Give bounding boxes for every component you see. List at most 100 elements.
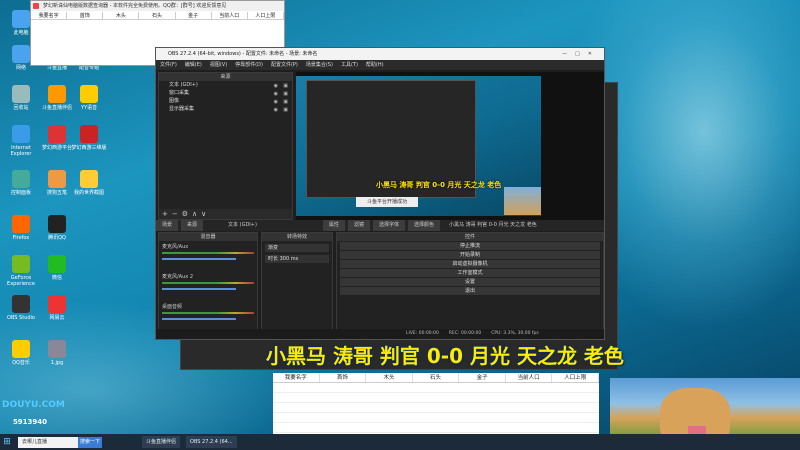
window-controls[interactable]: —□✕ [562, 48, 600, 60]
lock-icon[interactable]: ▣ [283, 106, 288, 114]
preview-caption: 小黑马 涛哥 判官 0-0 月光 天之龙 老色 [376, 181, 502, 189]
status-item: REC: 00:00:00 [448, 331, 482, 336]
desktop-icon[interactable]: 我的世界截图 [68, 170, 110, 196]
selected-source-label: 文本 (GDI+) [228, 222, 257, 228]
control-button[interactable]: 设置 [340, 278, 600, 286]
control-button[interactable]: 开始录制 [340, 251, 600, 259]
taskbar: ⊞ 去哪儿直播 搜索一下 斗鱼直播伴侣 OBS 27.2.4 (64... [0, 434, 800, 450]
app-icon [48, 215, 66, 233]
source-item[interactable]: 图像 ◉ ▣ [159, 97, 292, 105]
channel-label: 桌面音频 [162, 304, 183, 310]
column-header: 我要名字 [273, 373, 320, 382]
app-icon [48, 340, 66, 358]
control-button[interactable]: 工作室模式 [340, 269, 600, 277]
column-header: 首饰 [67, 12, 104, 19]
windows-start-icon[interactable]: ⊞ [0, 434, 14, 450]
source-item[interactable]: 文本 (GDI+) ◉ ▣ [159, 81, 292, 89]
column-header: 金子 [459, 373, 506, 382]
taskbar-search-input[interactable]: 去哪儿直播 [18, 436, 78, 448]
desktop-icon[interactable]: 1.jpg [36, 340, 78, 366]
control-button[interactable]: 停止推流 [340, 242, 600, 250]
app-icon [48, 170, 66, 188]
douyu-room-id: 5913940 [12, 418, 48, 426]
column-header: 石头 [413, 373, 460, 382]
transitions-panel: 转场特效 渐变 时长 300 ms [261, 232, 333, 332]
tab-sources[interactable]: 来源 [181, 220, 204, 231]
desktop-icon[interactable]: 梦幻西游三维版 [68, 125, 110, 151]
controls-list: 停止推流 开始录制 启动虚拟摄像机 工作室模式 设置 退出 [337, 242, 603, 295]
tab-scenes[interactable]: 场景 [156, 220, 179, 231]
desktop-icon-label: 腾讯QQ [48, 235, 66, 241]
app-icon [12, 10, 30, 28]
menu-item[interactable]: 文件(F) [160, 60, 177, 70]
mixer-channels: 麦克风/Aux 麦克风/Aux 2 桌面音频 [159, 241, 257, 331]
control-button[interactable]: 退出 [340, 287, 600, 295]
taskbar-item-douyu[interactable]: 斗鱼直播伴侣 [142, 436, 181, 448]
menu-item[interactable]: 配置文件(P) [271, 60, 298, 70]
obs-menubar: 文件(F) 编辑(E) 视图(V) 停靠部件(D) 配置文件(P) 场景集合(S) 工具(T… [156, 60, 604, 70]
eye-icon[interactable]: ◉ [274, 106, 278, 114]
sources-toolbar[interactable]: +−⚙∧∨ [159, 209, 292, 219]
app-icon [12, 45, 30, 63]
app-icon [80, 170, 98, 188]
menu-item[interactable]: 场景集合(S) [306, 60, 333, 70]
obs-window[interactable]: OBS 27.2.4 (64-bit, windows) - 配置文件: 未命名… [155, 47, 605, 340]
desktop-icon-label: 网易云 [49, 315, 65, 321]
column-header: 人口上限 [552, 373, 600, 382]
text-value[interactable]: 小黑马 涛哥 判官 0-0 月光 天之龙 老色 [443, 220, 543, 231]
status-item: LIVE: 00:00:00 [406, 331, 439, 336]
menu-item[interactable]: 编辑(E) [185, 60, 202, 70]
volume-meter [162, 312, 254, 314]
controls-header: 控件 [337, 233, 603, 241]
controls-panel: 控件 停止推流 开始录制 启动虚拟摄像机 工作室模式 设置 退出 [336, 232, 604, 332]
menu-item[interactable]: 帮助(H) [366, 60, 384, 70]
desktop-icon[interactable]: 网易云 [36, 295, 78, 321]
column-header: 木头 [366, 373, 413, 382]
desktop-icon-label: 1.jpg [50, 360, 64, 366]
desktop-icon[interactable]: 腾讯QQ [36, 215, 78, 241]
window-title: 梦幻新诛仙电脑版数据查询器 - 本软件完全免费使用。QQ群：[群号] 欢迎反馈意… [43, 3, 227, 9]
control-button[interactable]: 启动虚拟摄像机 [340, 260, 600, 268]
app-icon [80, 125, 98, 143]
obs-statusbar: LIVE: 00:00:00 REC: 00:00:00 CPU: 3.3%, 30… [156, 329, 604, 339]
menu-item[interactable]: 视图(V) [210, 60, 227, 70]
column-header: 人口上限 [248, 12, 284, 19]
desktop-icon[interactable]: 微信 [36, 255, 78, 281]
column-header: 首饰 [320, 373, 367, 382]
app-icon [48, 295, 66, 313]
volume-slider[interactable] [162, 258, 236, 260]
app-icon [12, 85, 30, 103]
data-query-window-titlebar[interactable]: 梦幻新诛仙电脑版数据查询器 - 本软件完全免费使用。QQ群：[群号] 欢迎反馈意… [31, 1, 284, 11]
obs-titlebar[interactable]: OBS 27.2.4 (64-bit, windows) - 配置文件: 未命名… [156, 48, 604, 60]
mixer-header: 混音器 [159, 233, 257, 241]
column-header: 当前人口 [506, 373, 553, 382]
menu-item[interactable]: 工具(T) [341, 60, 358, 70]
volume-slider[interactable] [162, 318, 236, 320]
taskbar-item-obs[interactable]: OBS 27.2.4 (64... [186, 436, 237, 448]
column-header: 石头 [139, 12, 176, 19]
filters-button[interactable]: 滤镜 [347, 220, 370, 231]
source-label: 文本 (GDI+) [169, 82, 198, 88]
volume-slider[interactable] [162, 288, 236, 290]
column-header: 木头 [103, 12, 140, 19]
mixer-channel: 桌面音频 [159, 301, 257, 331]
audio-mixer: 混音器 麦克风/Aux 麦克风/Aux 2 桌面音频 [158, 232, 258, 332]
app-icon [80, 85, 98, 103]
preview-canvas[interactable]: 小黑马 涛哥 判官 0-0 月光 天之龙 老色 斗鱼平台开播成功 [296, 72, 604, 220]
select-color-button[interactable]: 选择颜色 [407, 220, 440, 231]
sources-panel: 来源 文本 (GDI+) ◉ ▣ 窗口采集 ◉ ▣ 图像 ◉ ▣ 显示器采集 ◉ ▣ +−⚙∧∨ [158, 72, 293, 220]
desktop-icon[interactable]: YY语音 [68, 85, 110, 111]
source-item[interactable]: 显示器采集 ◉ ▣ [159, 105, 292, 113]
channel-label: 麦克风/Aux 2 [162, 274, 194, 280]
source-item[interactable]: 窗口采集 ◉ ▣ [159, 89, 292, 97]
properties-button[interactable]: 属性 [322, 220, 345, 231]
taskbar-search-button[interactable]: 搜索一下 [78, 436, 102, 448]
app-icon [12, 255, 30, 273]
app-icon [12, 340, 30, 358]
transition-duration[interactable]: 时长 300 ms [265, 255, 329, 263]
menu-item[interactable]: 停靠部件(D) [235, 60, 263, 70]
transition-select[interactable]: 渐变 [265, 244, 329, 252]
select-font-button[interactable]: 选择字体 [372, 220, 405, 231]
douyu-logo-text: DOUYU.COM [2, 400, 65, 410]
douyu-logo: DOUYU.COM 5913940 [2, 400, 65, 434]
